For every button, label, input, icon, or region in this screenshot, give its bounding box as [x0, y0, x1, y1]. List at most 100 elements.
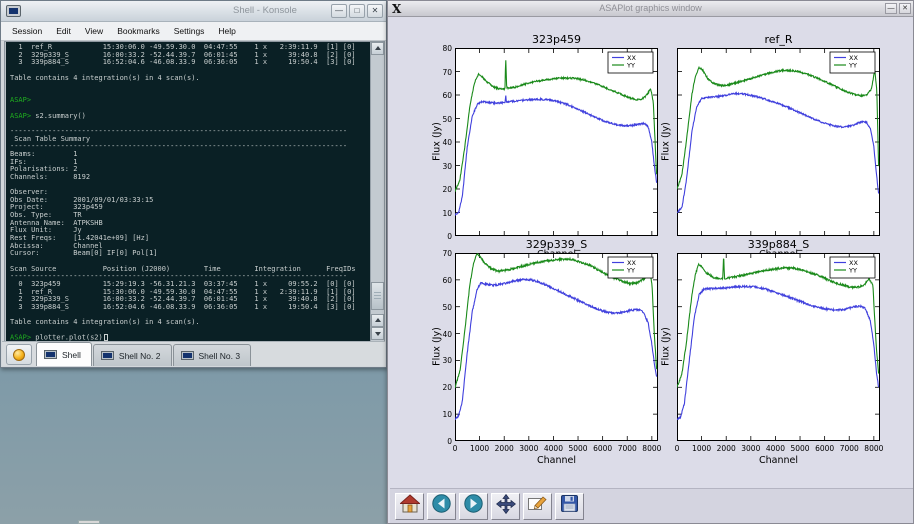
- configure-subplots-icon: [527, 494, 548, 518]
- minimize-button[interactable]: —: [331, 4, 347, 18]
- plot-toolbar: [390, 488, 913, 523]
- arrow-up-icon: [375, 318, 381, 322]
- xtick-label: 6000: [590, 444, 616, 453]
- xtick-label: 0: [664, 444, 690, 453]
- plot-title: ref_R: [677, 33, 880, 46]
- tab-shell[interactable]: Shell: [36, 342, 92, 366]
- back-button[interactable]: [427, 493, 456, 520]
- terminal-tab-icon: [101, 351, 114, 360]
- menu-session[interactable]: Session: [5, 22, 49, 40]
- minimize-button[interactable]: —: [885, 3, 897, 14]
- axes-323p459[interactable]: XXYY: [455, 48, 658, 236]
- terminal-scrollbar[interactable]: [370, 42, 384, 341]
- plot-title: 339p884_S: [677, 238, 880, 251]
- xtick-label: 0: [442, 444, 468, 453]
- xtick-label: 1000: [467, 444, 493, 453]
- terminal-line: 3 339p884_S 16:52:04.6 -46.08.33.9 06:36…: [10, 59, 370, 67]
- xtick-label: 4000: [762, 444, 788, 453]
- svg-text:YY: YY: [848, 267, 857, 275]
- terminal-icon: [6, 5, 21, 17]
- close-button[interactable]: ✕: [899, 3, 911, 14]
- menu-help[interactable]: Help: [211, 22, 242, 40]
- ylabel: Flux (Jy): [661, 112, 672, 172]
- xtick-label: 2000: [713, 444, 739, 453]
- save-button[interactable]: [555, 493, 584, 520]
- scroll-down-button[interactable]: [371, 327, 384, 340]
- xtick-label: 4000: [540, 444, 566, 453]
- konsole-window-title: Shell - Konsole: [233, 5, 297, 16]
- asaplot-titlebar[interactable]: X ASAPlot graphics window —✕: [388, 1, 913, 17]
- axes-329p339_S[interactable]: XXYY: [455, 253, 658, 441]
- xtick-label: 7000: [614, 444, 640, 453]
- pan-icon: [496, 494, 516, 519]
- prompt-text: ASAP>: [10, 334, 31, 341]
- xtick-label: 5000: [565, 444, 591, 453]
- terminal-line: [10, 90, 370, 98]
- ytick-label: 60: [432, 276, 452, 285]
- legend: XXYY: [608, 52, 653, 73]
- ylabel: Flux (Jy): [432, 112, 443, 172]
- figure-canvas[interactable]: 323p459XXYY01020304050607080Flux (Jy)Cha…: [390, 17, 913, 488]
- configure-subplots-button[interactable]: [523, 493, 552, 520]
- asaplot-window-buttons: —✕: [885, 3, 911, 14]
- legend: XXYY: [608, 257, 653, 278]
- save-icon: [560, 494, 579, 518]
- menu-settings[interactable]: Settings: [167, 22, 212, 40]
- ytick-label: 70: [432, 249, 452, 258]
- konsole-window-buttons: —□✕: [331, 4, 383, 18]
- xtick-label: 5000: [787, 444, 813, 453]
- plot-title: 323p459: [455, 33, 658, 46]
- menu-view[interactable]: View: [78, 22, 110, 40]
- desktop: Shell - Konsole —□✕ SessionEditViewBookm…: [0, 0, 914, 524]
- ytick-label: 80: [432, 44, 452, 53]
- session-tabs: Shell Shell No. 2 Shell No. 3: [36, 342, 252, 366]
- menu-edit[interactable]: Edit: [49, 22, 78, 40]
- tab-shell-no-3[interactable]: Shell No. 3: [173, 344, 252, 366]
- menu-bookmarks[interactable]: Bookmarks: [110, 22, 167, 40]
- terminal-tab-icon: [181, 351, 194, 360]
- svg-text:YY: YY: [626, 267, 635, 275]
- axes-339p884_S[interactable]: XXYY: [677, 253, 880, 441]
- arrow-up-icon: [375, 46, 381, 50]
- konsole-tabbar: Shell Shell No. 2 Shell No. 3: [2, 341, 385, 366]
- konsole-window[interactable]: Shell - Konsole —□✕ SessionEditViewBookm…: [0, 0, 387, 368]
- svg-text:YY: YY: [848, 62, 857, 70]
- close-button[interactable]: ✕: [367, 4, 383, 18]
- maximize-button[interactable]: □: [349, 4, 365, 18]
- forward-button[interactable]: [459, 493, 488, 520]
- scrollbar-thumb[interactable]: [371, 282, 384, 310]
- tab-shell-no-2[interactable]: Shell No. 2: [93, 344, 172, 366]
- home-icon: [400, 494, 420, 518]
- ytick-label: 0: [432, 232, 452, 241]
- terminal-line: Cursor: Beam[0] IF[0] Pol[1]: [10, 250, 370, 258]
- tab-label: Shell No. 2: [119, 351, 161, 361]
- xtick-label: 3000: [516, 444, 542, 453]
- tab-label: Shell No. 3: [199, 351, 241, 361]
- taskbar-peek: [78, 520, 100, 524]
- xtick-label: 1000: [689, 444, 715, 453]
- terminal-line: ASAP> plotter.plot(s2): [10, 334, 370, 341]
- svg-text:YY: YY: [626, 62, 635, 70]
- asaplot-window-title: ASAPlot graphics window: [388, 3, 913, 13]
- asaplot-window[interactable]: X ASAPlot graphics window —✕ 323p459 XXYY…: [387, 0, 914, 524]
- terminal-tab-icon: [44, 350, 57, 359]
- ylabel: Flux (Jy): [661, 317, 672, 377]
- terminal-line: ASAP> s2.summary(): [10, 113, 370, 121]
- axes-ref_R[interactable]: XXYY: [677, 48, 880, 236]
- pan-button[interactable]: [491, 493, 520, 520]
- xtick-label: 8000: [639, 444, 665, 453]
- konsole-titlebar[interactable]: Shell - Konsole —□✕: [1, 1, 386, 22]
- new-session-button[interactable]: [6, 344, 32, 365]
- terminal-line: ASAP>: [10, 97, 370, 105]
- terminal-output[interactable]: 1 ref_R 15:30:06.0 -49.59.30.0 04:47:55 …: [6, 42, 370, 341]
- back-icon: [432, 494, 451, 518]
- ytick-label: 50: [432, 303, 452, 312]
- forward-icon: [464, 494, 483, 518]
- ytick-label: 10: [432, 410, 452, 419]
- scroll-up-button-2[interactable]: [371, 314, 384, 327]
- home-button[interactable]: [395, 493, 424, 520]
- terminal-line: [10, 82, 370, 90]
- scroll-up-button[interactable]: [371, 42, 384, 55]
- text-cursor: [104, 334, 108, 341]
- ytick-label: 70: [432, 68, 452, 77]
